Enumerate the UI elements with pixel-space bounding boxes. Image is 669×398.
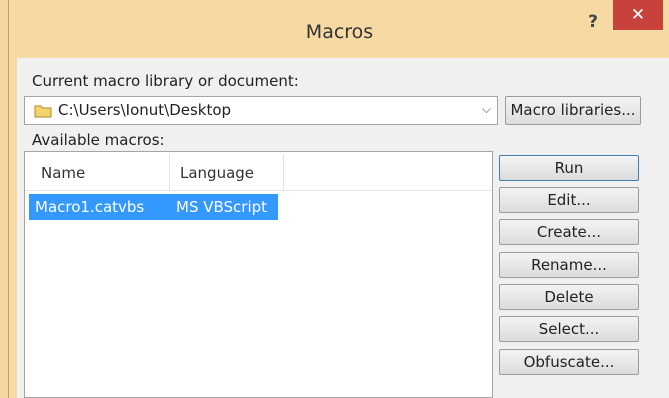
window-title: Macros (305, 21, 374, 43)
macro-name: Macro1.catvbs (35, 198, 145, 216)
obfuscate-button[interactable]: Obfuscate... (499, 349, 639, 375)
library-label: Current macro library or document: (32, 72, 299, 90)
macros-list[interactable]: Name Language Macro1.catvbs MS VBScript (24, 151, 493, 398)
column-header-language[interactable]: Language (180, 164, 254, 182)
close-icon: ✕ (630, 5, 646, 25)
close-button[interactable]: ✕ (613, 0, 663, 30)
edit-button[interactable]: Edit... (499, 187, 639, 213)
available-macros-label: Available macros: (32, 131, 165, 149)
help-button[interactable]: ? (579, 12, 607, 32)
rename-button[interactable]: Rename... (499, 252, 639, 278)
column-divider[interactable] (169, 154, 170, 190)
chevron-down-icon[interactable]: ⌵ (482, 102, 491, 117)
library-combobox[interactable]: C:\Users\Ionut\Desktop ⌵ (24, 96, 498, 125)
column-header-name[interactable]: Name (41, 164, 85, 182)
select-button[interactable]: Select... (499, 316, 639, 342)
title-bar[interactable]: Macros ? ✕ (9, 0, 669, 60)
column-divider[interactable] (283, 154, 284, 190)
run-button[interactable]: Run (499, 155, 639, 181)
folder-icon (34, 105, 52, 118)
library-path: C:\Users\Ionut\Desktop (58, 101, 232, 119)
create-button[interactable]: Create... (499, 219, 639, 245)
macro-libraries-button[interactable]: Macro libraries... (505, 96, 641, 125)
list-item[interactable]: Macro1.catvbs MS VBScript (29, 194, 278, 220)
header-divider (25, 190, 492, 191)
delete-button[interactable]: Delete (499, 284, 639, 310)
macro-language: MS VBScript (176, 198, 268, 216)
